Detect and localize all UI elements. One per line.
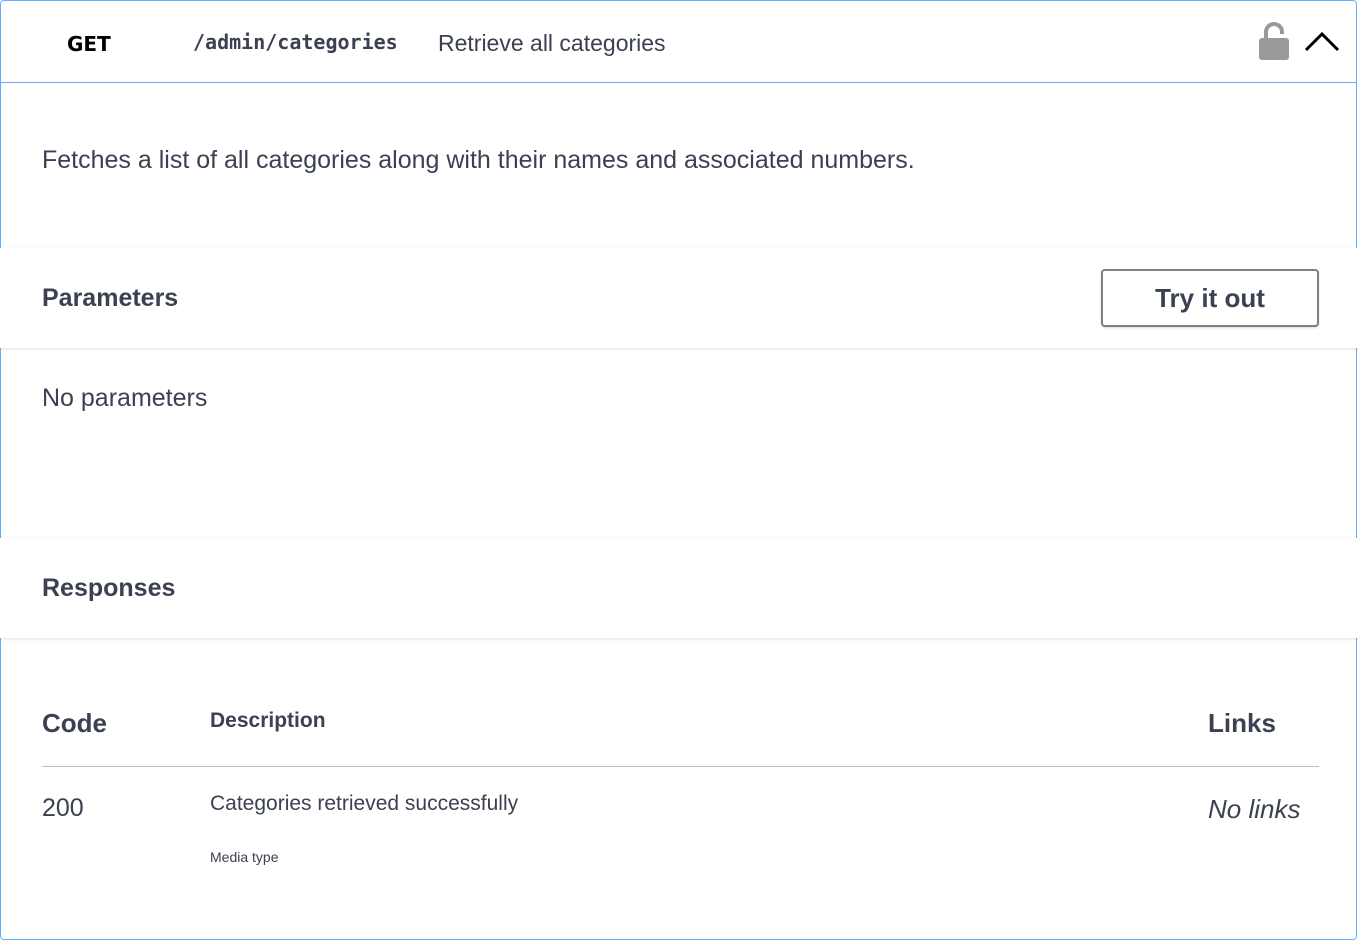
table-divider	[42, 766, 1319, 767]
column-header-links: Links	[1208, 708, 1276, 738]
responses-header: Responses	[0, 538, 1359, 638]
column-header-description: Description	[210, 709, 326, 732]
response-links: No links	[1208, 794, 1301, 824]
try-it-out-button[interactable]: Try it out	[1101, 269, 1319, 327]
response-code: 200	[42, 794, 84, 822]
endpoint-path: /admin/categories	[193, 30, 398, 54]
media-type-label: Media type	[210, 849, 279, 865]
column-header-code: Code	[42, 708, 107, 738]
responses-title: Responses	[42, 574, 176, 602]
chevron-up-icon[interactable]	[1303, 25, 1341, 57]
parameters-header: Parameters Try it out	[0, 248, 1359, 348]
operation-body	[1, 83, 1356, 939]
operation-summary[interactable]: GET /admin/categories Retrieve all categ…	[1, 1, 1356, 83]
parameters-title: Parameters	[42, 284, 179, 312]
response-description: Categories retrieved successfully	[210, 792, 519, 815]
no-parameters-text: No parameters	[42, 384, 208, 412]
operation-summary-text: Retrieve all categories	[438, 30, 666, 56]
http-method-badge: GET	[67, 32, 111, 56]
operation-block: GET /admin/categories Retrieve all categ…	[0, 0, 1357, 940]
lock-open-icon[interactable]	[1257, 21, 1291, 61]
operation-description: Fetches a list of all categories along w…	[42, 146, 915, 174]
